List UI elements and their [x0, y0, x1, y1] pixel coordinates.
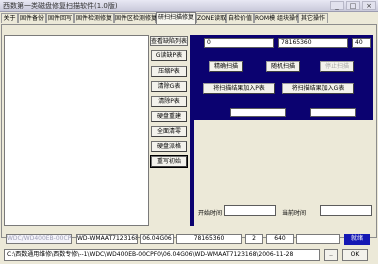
- clear-g-list-button[interactable]: 清除G表: [151, 81, 187, 92]
- tab-zone-read[interactable]: ZONE读取: [196, 13, 226, 23]
- format-disk-button[interactable]: 硬盘派格: [151, 141, 187, 152]
- tab-firmware-zone-check[interactable]: 固件区检测修复: [114, 13, 157, 23]
- full-zero-button[interactable]: 全面清零: [151, 126, 187, 137]
- compress-p-list-button[interactable]: 压缩P表: [151, 66, 187, 77]
- firmware-field: 06.04G06: [140, 234, 174, 244]
- rebuild-disk-button[interactable]: 硬盘重建: [151, 111, 187, 122]
- status-field: [310, 108, 356, 117]
- stop-scan-button[interactable]: 停止扫描: [320, 61, 354, 72]
- progress-field: [230, 108, 286, 117]
- tab-rom-module[interactable]: ROM模 组块操作: [254, 13, 301, 23]
- tab-firmware-check[interactable]: 固件检测修复: [74, 13, 114, 23]
- start-time-field: [224, 205, 276, 216]
- read-p-list-button[interactable]: G读缺P表: [151, 50, 187, 61]
- add-result-to-g-list-button[interactable]: 将扫描结果加入G表: [282, 83, 354, 94]
- current-time-field: [320, 205, 372, 216]
- tab-firmware-write[interactable]: 固件回写: [46, 13, 74, 23]
- reinitialize-button[interactable]: 重写初始: [150, 155, 188, 168]
- maximize-button[interactable]: □: [346, 1, 360, 10]
- end-lba-field[interactable]: 78165360: [278, 38, 348, 48]
- title-bar: 西数第一类磁盘修复扫描软件(1.0版) _ □ ×: [0, 0, 378, 12]
- extra-field: [296, 234, 340, 244]
- capacity-field: 78165360: [176, 234, 242, 244]
- path-field[interactable]: C:\西数通用维修\西数专修\--1\WDC\WD400EB-00CPF0\06…: [4, 249, 320, 261]
- tab-about[interactable]: 关于: [1, 13, 18, 23]
- status-badge: 就绪: [344, 234, 370, 245]
- window-title: 西数第一类磁盘修复扫描软件(1.0版): [3, 2, 118, 10]
- browse-button[interactable]: ..: [324, 249, 338, 261]
- current-time-label: 当前时间: [282, 210, 307, 217]
- tab-scan-repair[interactable]: 研扫扫描修复: [156, 12, 196, 24]
- linear-scan-button[interactable]: 精确扫描: [209, 61, 243, 72]
- clear-p-list-button[interactable]: 清除P表: [151, 96, 187, 107]
- minimize-button[interactable]: _: [330, 1, 344, 10]
- zone-field: 640: [266, 234, 294, 244]
- heads-field: 2: [245, 234, 263, 244]
- start-lba-field[interactable]: 0: [204, 38, 274, 48]
- tab-strip: 关于 固件备份 固件回写 固件检测修复 固件区检测修复 研扫扫描修复 ZONE读…: [0, 12, 378, 24]
- step-field[interactable]: 40: [352, 38, 371, 48]
- drive-id-field: WDC/WD400EB-00CPF0: [6, 234, 72, 244]
- defect-list[interactable]: [4, 35, 149, 226]
- serial-field: WD-WMAAT7123168: [76, 234, 138, 244]
- confirm-path-button[interactable]: OK: [342, 249, 368, 261]
- tab-other[interactable]: 其它操作: [298, 13, 328, 23]
- tab-firmware-backup[interactable]: 固件备份: [18, 13, 46, 23]
- random-scan-button[interactable]: 随机扫描: [266, 61, 300, 72]
- tab-self-test[interactable]: 自检价值: [226, 13, 254, 23]
- add-result-to-p-list-button[interactable]: 将扫描结果加入P表: [203, 83, 275, 94]
- view-defect-list-button[interactable]: 查看缺陷列表: [150, 36, 188, 46]
- start-time-label: 开始时间: [198, 210, 223, 217]
- close-button[interactable]: ×: [362, 1, 376, 10]
